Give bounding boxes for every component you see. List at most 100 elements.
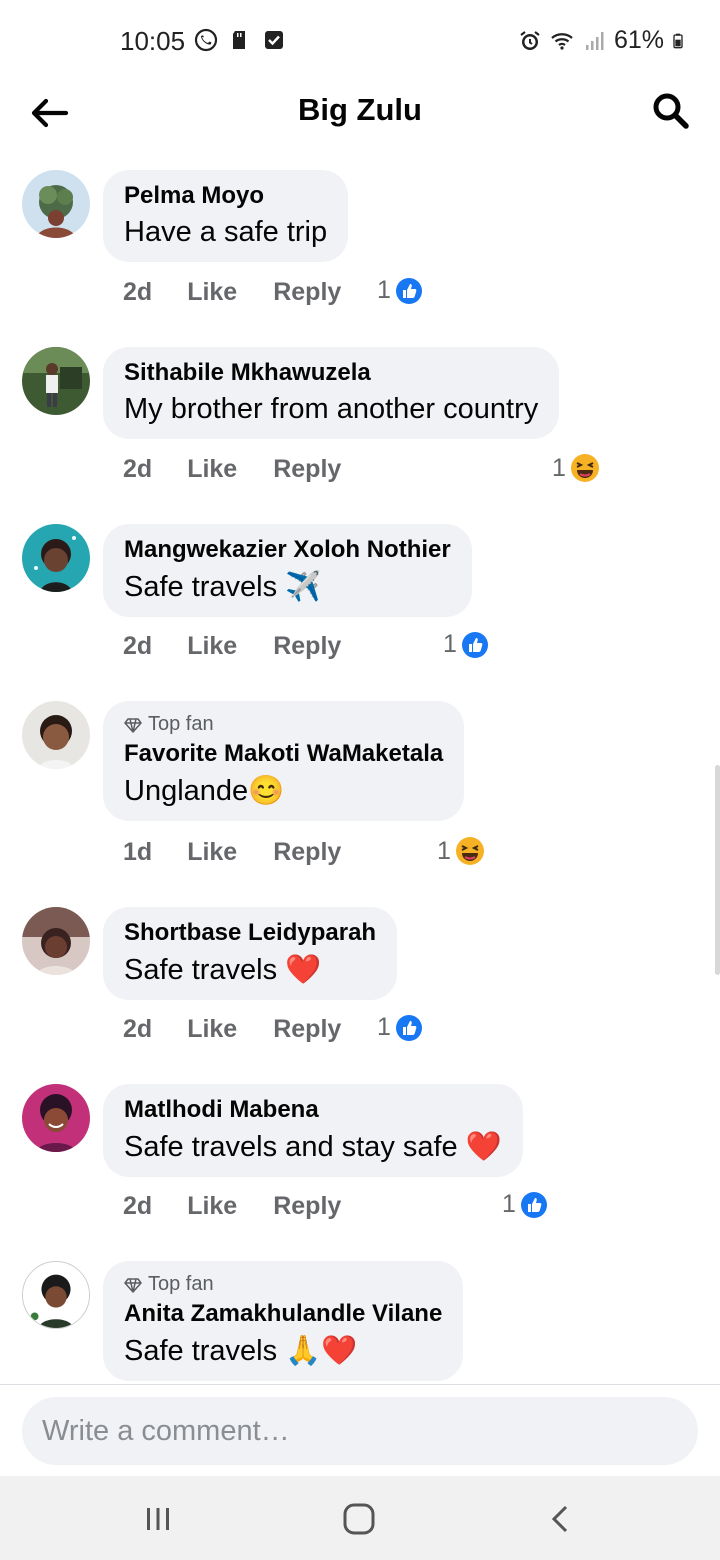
like-reaction-icon: [395, 277, 422, 304]
comment-composer: [0, 1384, 720, 1477]
reaction-summary[interactable]: 1: [437, 836, 485, 866]
comment-actions: 2d Like Reply: [123, 632, 341, 661]
status-notification-icons: [194, 28, 286, 52]
system-nav-bar: [0, 1476, 720, 1560]
reaction-count: 1: [443, 630, 457, 658]
comment-text: Safe travels: [124, 1334, 278, 1367]
like-button[interactable]: Like: [187, 278, 237, 307]
status-time: 10:05: [120, 26, 186, 56]
comment-item: Pelma Moyo Have a safe trip 2d Like Repl…: [0, 170, 720, 320]
comment-time[interactable]: 2d: [123, 455, 152, 484]
home-icon: [343, 1503, 375, 1535]
reaction-summary[interactable]: 1: [552, 453, 600, 483]
avatar[interactable]: [22, 1261, 90, 1329]
comment-bubble[interactable]: Shortbase Leidyparah Safe travels ❤️: [103, 907, 398, 1000]
battery-percent: 61%: [613, 26, 664, 54]
top-fan-label: Top fan: [148, 713, 214, 735]
comment-time[interactable]: 2d: [123, 1192, 152, 1221]
avatar[interactable]: [22, 524, 90, 592]
comment-author[interactable]: Anita Zamakhulandle Vilane: [124, 1300, 442, 1328]
reaction-summary[interactable]: 1: [443, 630, 489, 659]
whatsapp-icon: [194, 28, 218, 52]
comment-bubble[interactable]: Matlhodi Mabena Safe travels and stay sa…: [103, 1084, 523, 1177]
reply-button[interactable]: Reply: [273, 1015, 341, 1044]
status-bar: 10:05 61%: [0, 0, 720, 80]
reaction-count: 1: [552, 453, 566, 482]
comment-item: Matlhodi Mabena Safe travels and stay sa…: [0, 1084, 720, 1234]
avatar[interactable]: [22, 347, 90, 415]
heart-emoji: ❤️: [465, 1131, 502, 1163]
reaction-summary[interactable]: 1: [502, 1190, 548, 1219]
comment-time[interactable]: 2d: [123, 632, 152, 661]
recent-apps-icon: [147, 1508, 169, 1530]
diamond-icon: [124, 1277, 142, 1293]
like-button[interactable]: Like: [187, 455, 237, 484]
reply-button[interactable]: Reply: [273, 1192, 341, 1221]
comment-actions: 2d Like Reply: [123, 455, 341, 484]
back-button[interactable]: [538, 1496, 584, 1542]
like-button[interactable]: Like: [187, 632, 237, 661]
comment-actions: 2d Like Reply: [123, 278, 341, 307]
comment-author[interactable]: Shortbase Leidyparah: [124, 919, 376, 947]
comment-time[interactable]: 2d: [123, 278, 152, 307]
search-icon[interactable]: [650, 90, 692, 132]
comment-author[interactable]: Favorite Makoti WaMaketala: [124, 740, 443, 768]
comment-bubble[interactable]: Pelma Moyo Have a safe trip: [103, 170, 349, 262]
comment-item: Top fan Anita Zamakhulandle Vilane Safe …: [0, 1261, 720, 1384]
reaction-count: 1: [502, 1190, 516, 1218]
status-right: 61%: [518, 26, 688, 55]
avatar[interactable]: [22, 1084, 90, 1152]
like-button[interactable]: Like: [187, 1015, 237, 1044]
smile-emoji: 😊: [248, 775, 285, 807]
reply-button[interactable]: Reply: [273, 838, 341, 867]
comment-author[interactable]: Matlhodi Mabena: [124, 1096, 502, 1124]
comment-time[interactable]: 1d: [123, 838, 152, 867]
reaction-summary[interactable]: 1: [377, 276, 423, 305]
like-button[interactable]: Like: [187, 1192, 237, 1221]
sd-card-icon: [233, 31, 245, 49]
reaction-summary[interactable]: 1: [377, 1013, 423, 1042]
pray-heart-emoji: 🙏❤️: [285, 1335, 358, 1367]
comment-text: Safe travels: [124, 953, 278, 986]
page-title: Big Zulu: [298, 92, 422, 127]
comment-author[interactable]: Pelma Moyo: [124, 182, 327, 210]
comment-time[interactable]: 2d: [123, 1015, 152, 1044]
comment-item: Top fan Favorite Makoti WaMaketala Ungla…: [0, 701, 720, 881]
checkbox-icon: [265, 31, 283, 49]
comment-bubble[interactable]: Mangwekazier Xoloh Nothier Safe travels ✈…: [103, 524, 472, 617]
comment-bubble[interactable]: Top fan Anita Zamakhulandle Vilane Safe …: [103, 1261, 464, 1381]
top-fan-label: Top fan: [148, 1273, 214, 1295]
comment-author[interactable]: Sithabile Mkhawuzela: [124, 359, 538, 387]
diamond-icon: [124, 717, 142, 733]
avatar[interactable]: [22, 170, 90, 238]
airplane-emoji: ✈️: [285, 571, 322, 603]
comment-author[interactable]: Mangwekazier Xoloh Nothier: [124, 536, 451, 564]
alarm-icon: [520, 30, 540, 50]
comment-actions: 2d Like Reply: [123, 1192, 341, 1221]
comment-text: Have a safe trip: [124, 216, 328, 248]
chevron-left-icon: [551, 1505, 568, 1533]
comment-bubble[interactable]: Sithabile Mkhawuzela My brother from ano…: [103, 347, 560, 439]
top-fan-badge: Top fan: [124, 1273, 442, 1296]
comment-text: My brother from another country: [124, 393, 539, 425]
comment-item: Sithabile Mkhawuzela My brother from ano…: [0, 347, 720, 497]
comment-input[interactable]: [22, 1397, 698, 1465]
recent-apps-button[interactable]: [135, 1496, 181, 1542]
reaction-count: 1: [437, 836, 451, 865]
like-reaction-icon: [395, 1014, 422, 1041]
like-reaction-icon: [520, 1191, 547, 1218]
reaction-count: 1: [377, 1013, 391, 1041]
comment-actions: 1d Like Reply: [123, 838, 341, 867]
comment-text: Unglande: [124, 774, 249, 807]
like-button[interactable]: Like: [187, 838, 237, 867]
home-button[interactable]: [336, 1496, 382, 1542]
reply-button[interactable]: Reply: [273, 455, 341, 484]
reply-button[interactable]: Reply: [273, 632, 341, 661]
comment-bubble[interactable]: Top fan Favorite Makoti WaMaketala Ungla…: [103, 701, 465, 821]
comment-item: Mangwekazier Xoloh Nothier Safe travels ✈…: [0, 524, 720, 674]
app-header: Big Zulu: [0, 80, 720, 144]
reply-button[interactable]: Reply: [273, 278, 341, 307]
avatar[interactable]: [22, 907, 90, 975]
like-reaction-icon: [461, 631, 488, 658]
avatar[interactable]: [22, 701, 90, 769]
